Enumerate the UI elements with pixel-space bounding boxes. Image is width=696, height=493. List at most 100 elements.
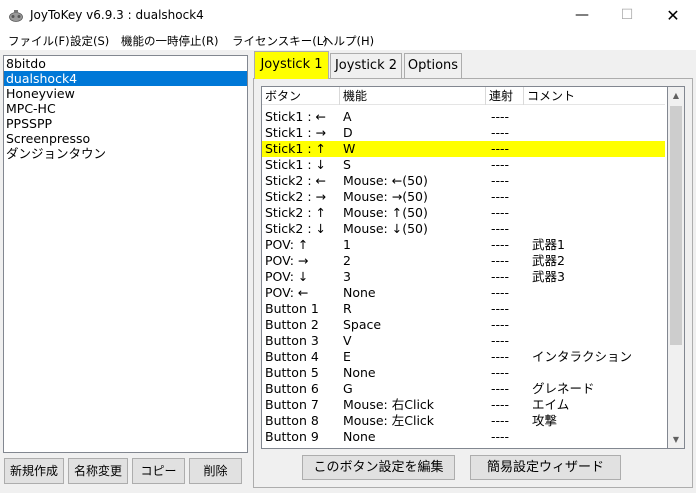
table-row[interactable]: POV: ↑ 1 ---- 武器1: [262, 237, 665, 253]
menu-settings[interactable]: 設定(S): [70, 33, 109, 49]
row-button-cell: POV: ←: [265, 285, 309, 300]
table-row[interactable]: Stick2 : → Mouse: →(50) ----: [262, 189, 665, 205]
row-button-cell: Button 4: [265, 349, 319, 364]
table-row[interactable]: Button 5 None ----: [262, 365, 665, 381]
table-row[interactable]: Button 9 None ----: [262, 429, 665, 445]
table-row[interactable]: Stick1 : ← A ----: [262, 109, 665, 125]
table-row[interactable]: Stick2 : ← Mouse: ←(50) ----: [262, 173, 665, 189]
row-comment-cell: 武器1: [532, 237, 565, 252]
table-row[interactable]: Button 6 G ---- グレネード: [262, 381, 665, 397]
row-repeat-cell: ----: [491, 397, 510, 412]
close-button[interactable]: ✕: [650, 0, 696, 31]
config-list[interactable]: 8bitdo dualshock4 Honeyview MPC-HC PPSSP…: [3, 55, 248, 453]
table-row[interactable]: Button 8 Mouse: 左Click ---- 攻撃: [262, 413, 665, 429]
grid-scrollbar[interactable]: ▲ ▼: [668, 86, 685, 449]
header-function[interactable]: 機能: [340, 87, 486, 105]
config-item-screenpresso[interactable]: Screenpresso: [4, 131, 247, 146]
table-row[interactable]: Stick1 : ↓ S ----: [262, 157, 665, 173]
table-row[interactable]: Button 2 Space ----: [262, 317, 665, 333]
table-row[interactable]: POV: ↓ 3 ---- 武器3: [262, 269, 665, 285]
row-repeat-cell: ----: [491, 269, 510, 284]
row-repeat-cell: ----: [491, 365, 510, 380]
table-row[interactable]: Button 4 E ---- インタラクション: [262, 349, 665, 365]
minimize-button[interactable]: —: [559, 0, 605, 31]
menu-file[interactable]: ファイル(F): [8, 33, 70, 49]
table-row[interactable]: Button 1 R ----: [262, 301, 665, 317]
edit-button-config-button[interactable]: このボタン設定を編集: [302, 455, 455, 480]
row-function-cell: Mouse: 右Click: [343, 397, 435, 412]
header-button[interactable]: ボタン: [262, 87, 340, 105]
maximize-button[interactable]: ☐: [604, 0, 650, 31]
row-repeat-cell: ----: [491, 221, 510, 236]
tab-options[interactable]: Options: [404, 53, 462, 78]
menu-license[interactable]: ライセンスキー(L): [232, 33, 328, 49]
row-button-cell: Button 3: [265, 333, 319, 348]
delete-config-button[interactable]: 削除: [189, 458, 242, 484]
header-comment[interactable]: コメント: [524, 87, 665, 105]
config-item-8bitdo[interactable]: 8bitdo: [4, 56, 247, 71]
row-function-cell: Mouse: ←(50): [343, 173, 428, 188]
scroll-up-icon[interactable]: ▲: [668, 87, 684, 104]
table-row[interactable]: Button 10 None ----: [262, 445, 665, 448]
row-repeat-cell: ----: [491, 141, 510, 156]
row-repeat-cell: ----: [491, 317, 510, 332]
row-comment-cell: インタラクション: [532, 349, 633, 364]
quick-setup-wizard-button[interactable]: 簡易設定ウィザード: [470, 455, 621, 480]
row-repeat-cell: ----: [491, 253, 510, 268]
row-repeat-cell: ----: [491, 381, 510, 396]
row-function-cell: 3: [343, 269, 351, 284]
row-comment-cell: グレネード: [532, 381, 595, 396]
grid-rows: Stick1 : ← A ---- Stick1 : → D ---- Stick1 : ↑…: [262, 109, 665, 448]
scroll-thumb[interactable]: [670, 106, 682, 345]
scroll-down-icon[interactable]: ▼: [668, 431, 684, 448]
table-row[interactable]: Button 7 Mouse: 右Click ---- エイム: [262, 397, 665, 413]
row-function-cell: Mouse: ↑(50): [343, 205, 428, 220]
row-comment-cell: 武器2: [532, 253, 565, 268]
table-row[interactable]: Stick2 : ↑ Mouse: ↑(50) ----: [262, 205, 665, 221]
rename-config-button[interactable]: 名称変更: [68, 458, 128, 484]
config-item-ppsspp[interactable]: PPSSPP: [4, 116, 247, 131]
menu-bar: ファイル(F) 設定(S) 機能の一時停止(R) ライセンスキー(L) ヘルプ(…: [0, 31, 696, 51]
header-repeat[interactable]: 連射: [486, 87, 524, 105]
row-button-cell: Stick2 : →: [265, 189, 327, 204]
new-config-button[interactable]: 新規作成: [4, 458, 64, 484]
row-function-cell: Mouse: ↓(50): [343, 221, 428, 236]
row-button-cell: Button 9: [265, 429, 319, 444]
row-button-cell: Button 8: [265, 413, 319, 428]
row-button-cell: Stick2 : ↑: [265, 205, 327, 220]
tab-joystick-1[interactable]: Joystick 1: [254, 51, 329, 79]
row-repeat-cell: ----: [491, 333, 510, 348]
joytokey-app-icon: [9, 10, 23, 22]
row-repeat-cell: ----: [491, 349, 510, 364]
copy-config-button[interactable]: コピー: [132, 458, 185, 484]
table-row[interactable]: Stick2 : ↓ Mouse: ↓(50) ----: [262, 221, 665, 237]
row-repeat-cell: ----: [491, 205, 510, 220]
table-row[interactable]: Button 3 V ----: [262, 333, 665, 349]
config-item-dungeon-town[interactable]: ダンジョンタウン: [4, 146, 247, 161]
table-row[interactable]: POV: ← None ----: [262, 285, 665, 301]
config-item-dualshock4[interactable]: dualshock4: [4, 71, 247, 86]
row-button-cell: Button 6: [265, 381, 319, 396]
table-row[interactable]: Stick1 : ↑ W ----: [262, 141, 665, 157]
tab-joystick-2[interactable]: Joystick 2: [330, 53, 402, 78]
row-button-cell: POV: ↓: [265, 269, 309, 284]
row-button-cell: Button 1: [265, 301, 319, 316]
row-button-cell: Button 10: [265, 445, 327, 448]
table-row[interactable]: POV: → 2 ---- 武器2: [262, 253, 665, 269]
row-function-cell: D: [343, 125, 353, 140]
row-button-cell: Button 2: [265, 317, 319, 332]
row-function-cell: E: [343, 349, 351, 364]
config-item-honeyview[interactable]: Honeyview: [4, 86, 247, 101]
row-repeat-cell: ----: [491, 157, 510, 172]
row-function-cell: A: [343, 109, 352, 124]
row-repeat-cell: ----: [491, 285, 510, 300]
row-function-cell: G: [343, 381, 353, 396]
button-assignment-list[interactable]: ボタン 機能 連射 コメント Stick1 : ← A ---- Stick1 : →…: [261, 86, 668, 449]
row-function-cell: 1: [343, 237, 351, 252]
menu-help[interactable]: ヘルプ(H): [322, 33, 374, 49]
config-item-mpc-hc[interactable]: MPC-HC: [4, 101, 247, 116]
table-row[interactable]: Stick1 : → D ----: [262, 125, 665, 141]
menu-pause[interactable]: 機能の一時停止(R): [121, 33, 218, 49]
row-button-cell: Stick1 : ←: [265, 109, 327, 124]
row-repeat-cell: ----: [491, 237, 510, 252]
